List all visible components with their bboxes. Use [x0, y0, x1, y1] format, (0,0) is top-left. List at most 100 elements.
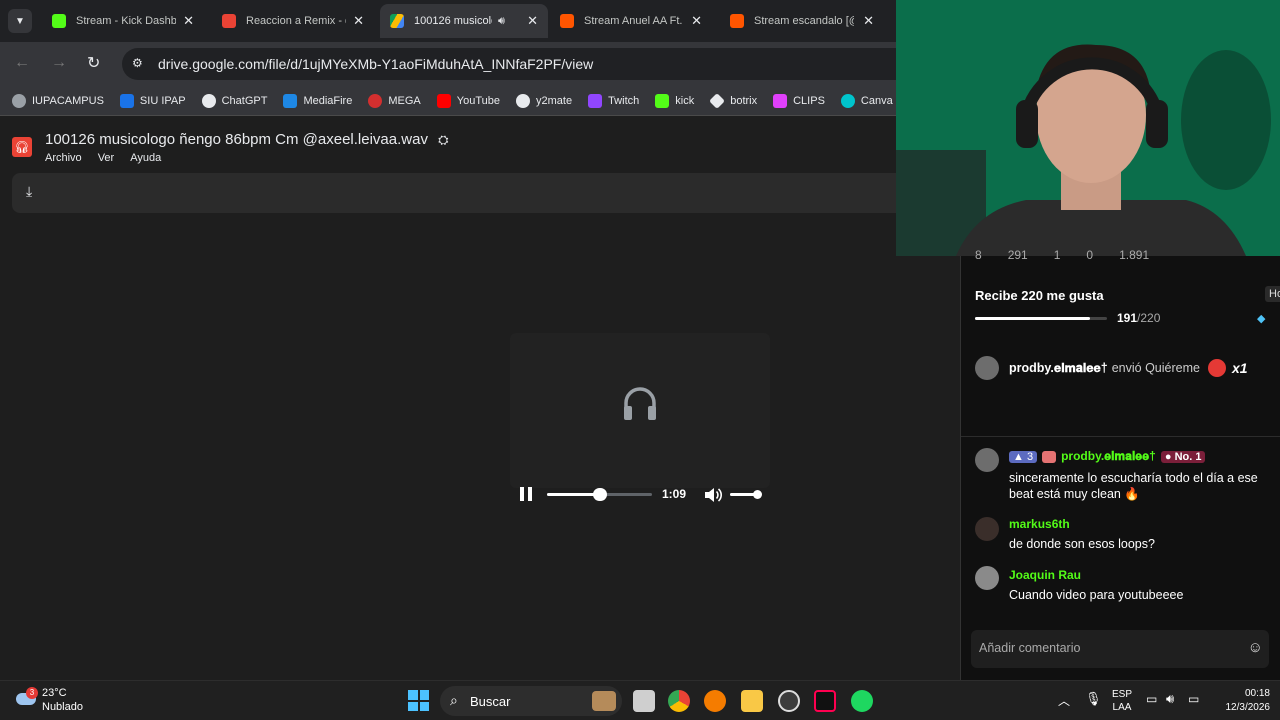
- bookmark-clips[interactable]: CLIPS: [773, 93, 825, 108]
- weather-widget[interactable]: 3 23°C Nublado: [14, 687, 124, 715]
- twitch-icon: [588, 93, 603, 108]
- menu-archivo[interactable]: Archivo: [45, 152, 82, 164]
- tab-strip: ▼ Stream - Kick Dashboard ✕ Reaccion a R…: [0, 0, 896, 42]
- browser-toolbar: ← → ↻ ⚙ drive.google.com/file/d/1ujMYeXM…: [0, 42, 912, 86]
- canva-icon: [840, 93, 855, 108]
- tab-soundcloud-anuel[interactable]: Stream Anuel AA Ft. M ✕: [550, 4, 712, 38]
- bookmark-label: SIU IPAP: [139, 94, 186, 107]
- file-explorer-icon[interactable]: [741, 690, 763, 712]
- close-icon[interactable]: ✕: [353, 13, 364, 29]
- tab-gmail[interactable]: Reaccion a Remix - da ✕: [212, 4, 374, 38]
- bookmark-kick[interactable]: kick: [655, 93, 694, 108]
- taskbar-search[interactable]: ⌕ Buscar: [440, 686, 622, 716]
- network-icon[interactable]: ▭: [1146, 692, 1157, 706]
- chrome-icon[interactable]: [668, 690, 690, 712]
- chat-username[interactable]: prodby.𝐞𝐥𝐦𝐚𝐥𝐞𝐞†: [1061, 449, 1156, 464]
- pause-icon: [520, 487, 524, 501]
- chatgpt-icon: [201, 93, 216, 108]
- tab-search-button[interactable]: ▼: [8, 9, 32, 33]
- pause-button[interactable]: [520, 487, 534, 501]
- weather-desc: Nublado: [42, 701, 83, 713]
- start-button[interactable]: [408, 690, 429, 711]
- bookmark-iupacampus[interactable]: IUPACAMPUS: [12, 93, 104, 108]
- bookmark-botrix[interactable]: botrix: [709, 92, 757, 109]
- bookmark-siu-ipap[interactable]: SIU IPAP: [119, 93, 186, 108]
- seek-handle[interactable]: [592, 488, 607, 501]
- side-chip[interactable]: Ho: [1265, 286, 1280, 302]
- address-bar[interactable]: ⚙ drive.google.com/file/d/1ujMYeXMb-Y1ao…: [122, 48, 912, 80]
- bookmark-canva[interactable]: Canva: [840, 93, 893, 108]
- menu-ver[interactable]: Ver: [98, 152, 115, 164]
- stat-shares: 1: [1053, 248, 1061, 262]
- keyboard-layout: LAA: [1112, 702, 1132, 713]
- search-highlight-icon: [592, 691, 616, 711]
- tab-drive-active[interactable]: 100126 musicologo 🔊︎ ✕: [380, 4, 548, 38]
- volume-tray-icon[interactable]: 🔊︎: [1166, 691, 1174, 707]
- emoji-icon[interactable]: ☺: [1248, 639, 1263, 656]
- obs-icon[interactable]: [778, 690, 800, 712]
- volume-slider[interactable]: [730, 490, 762, 499]
- close-icon[interactable]: ✕: [183, 13, 194, 29]
- comment-input[interactable]: Añadir comentario ☺: [971, 630, 1269, 668]
- drive-viewer: 🎧︎ 100126 musicologo ñengo 86bpm Cm @axe…: [0, 117, 912, 680]
- clock[interactable]: 00:18 12/3/2026: [1222, 687, 1271, 715]
- spotify-icon[interactable]: [851, 690, 873, 712]
- bookmark-mega[interactable]: MEGA: [368, 93, 421, 108]
- shared-drive-icon[interactable]: ⛭: [438, 132, 448, 147]
- avatar: [975, 448, 999, 472]
- bookmark-label: y2mate: [535, 94, 573, 107]
- speaker-icon[interactable]: 🔊︎: [498, 15, 505, 28]
- menu-ayuda[interactable]: Ayuda: [130, 152, 161, 164]
- fl-studio-icon[interactable]: [704, 690, 726, 712]
- forward-icon[interactable]: →: [51, 54, 67, 72]
- search-icon: ⌕: [450, 692, 458, 708]
- bookmark-label: MEGA: [388, 94, 421, 107]
- chat-message: markus6th de donde son esos loops?: [975, 515, 1275, 555]
- stream-chat-panel: 8 291 1 0 1.891 Recibe 220 me gusta 191/…: [960, 248, 1280, 680]
- stat-gifts: 0: [1086, 248, 1094, 262]
- bookmark-y2mate[interactable]: y2mate: [515, 93, 573, 108]
- download-icon[interactable]: ⤓: [26, 183, 32, 200]
- bookmark-label: Canva: [860, 94, 893, 107]
- bookmark-mediafire[interactable]: MediaFire: [283, 93, 352, 108]
- task-view-icon[interactable]: [633, 690, 655, 712]
- volume-icon[interactable]: [704, 487, 722, 503]
- close-icon[interactable]: ✕: [691, 13, 702, 29]
- bookmark-chatgpt[interactable]: ChatGPT: [201, 93, 268, 108]
- back-icon[interactable]: ←: [14, 54, 30, 72]
- gift-user[interactable]: prodby.𝐞𝐥𝐦𝐚𝐥𝐞𝐞†: [1009, 361, 1108, 376]
- chat-text: sinceramente lo escucharía todo el día a…: [1009, 471, 1258, 501]
- bookmark-youtube[interactable]: YouTube: [436, 93, 500, 108]
- tab-kick-dashboard[interactable]: Stream - Kick Dashboard ✕: [42, 4, 204, 38]
- battery-icon[interactable]: ▭: [1188, 692, 1199, 706]
- kick-icon: [52, 14, 66, 28]
- site-info-icon[interactable]: ⚙: [132, 56, 143, 70]
- gift-text: envió Quiéreme: [1111, 361, 1200, 375]
- seek-bar[interactable]: [547, 488, 652, 501]
- stat-likes: 291: [1007, 248, 1028, 262]
- language-indicator[interactable]: ESP LAA: [1112, 688, 1132, 714]
- close-icon[interactable]: ✕: [527, 13, 538, 29]
- reload-icon[interactable]: ↻: [87, 53, 100, 73]
- gift-notification: prodby.𝐞𝐥𝐦𝐚𝐥𝐞𝐞† envió Quiéreme x1: [975, 356, 1275, 380]
- windows-icon: [408, 690, 418, 700]
- chat-username[interactable]: Joaquin Rau: [1009, 568, 1081, 582]
- botrix-icon: [709, 92, 726, 109]
- bookmark-label: CLIPS: [793, 94, 825, 107]
- bookmark-label: ChatGPT: [221, 94, 268, 107]
- bookmark-twitch[interactable]: Twitch: [588, 93, 639, 108]
- microphone-icon[interactable]: 🎙︎: [1085, 691, 1102, 707]
- diamond-icon: ◆: [1257, 313, 1266, 325]
- tiktok-icon[interactable]: [814, 690, 836, 712]
- tab-soundcloud-escandalo[interactable]: Stream escandalo [@ ✕: [720, 4, 884, 38]
- seek-progress: [547, 493, 600, 496]
- show-hidden-icons[interactable]: ︿: [1058, 692, 1070, 709]
- google-drive-icon: [390, 14, 404, 28]
- close-icon[interactable]: ✕: [863, 13, 874, 29]
- chat-username[interactable]: markus6th: [1009, 517, 1070, 531]
- viewer-action-bar: ⤓: [12, 173, 912, 213]
- avatar: [975, 566, 999, 590]
- file-title: 100126 musicologo ñengo 86bpm Cm @axeel.…: [45, 131, 449, 148]
- playback-time: 1:09: [662, 487, 687, 501]
- volume-handle[interactable]: [752, 490, 762, 499]
